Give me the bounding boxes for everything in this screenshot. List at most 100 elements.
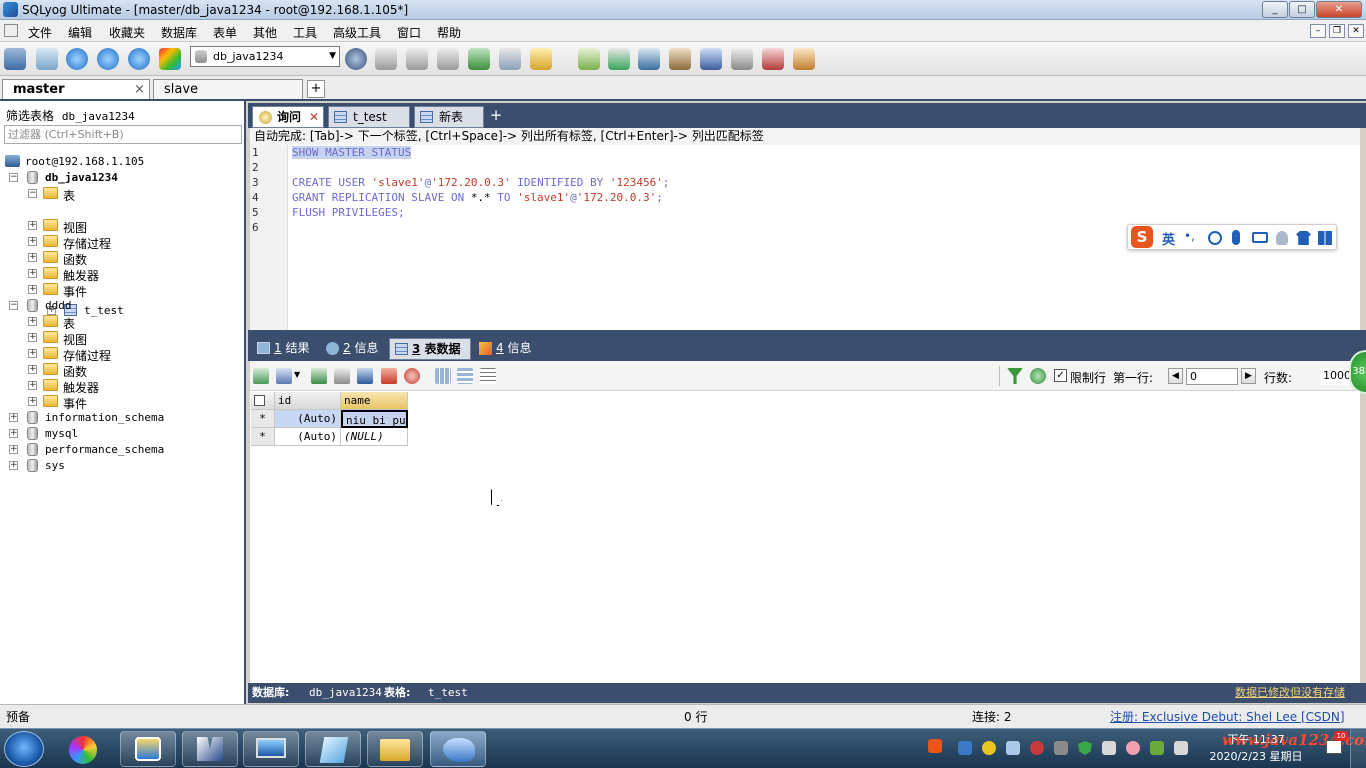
editor-results-splitter[interactable] (248, 330, 1366, 337)
tree-db-mysql[interactable]: mysql (45, 427, 78, 440)
tab-result-4[interactable]: 4 信息 (474, 338, 540, 360)
table-diagnostics-icon[interactable] (762, 48, 784, 70)
tree-folder-functions[interactable]: 函数 (63, 251, 87, 268)
database-add-icon[interactable] (375, 48, 397, 70)
tree-folder-procedures[interactable]: 存储过程 (63, 347, 111, 364)
tab-new-table[interactable]: 新表 (414, 106, 484, 128)
filter-icon[interactable] (1007, 368, 1023, 384)
taskbar-app-editor[interactable] (182, 731, 238, 767)
mdi-minimize-button[interactable]: – (1310, 24, 1326, 38)
tab-result-1[interactable]: 1 结果 (252, 338, 318, 360)
sogou-tray-icon[interactable] (928, 739, 942, 753)
user-manager-icon[interactable] (345, 48, 367, 70)
add-connection-button[interactable]: + (307, 80, 325, 98)
new-connection-icon[interactable] (4, 48, 26, 70)
user-icon[interactable] (1276, 231, 1288, 245)
tree-folder-triggers[interactable]: 触发器 (63, 267, 99, 284)
table-cell-name[interactable]: (NULL) (341, 428, 408, 446)
menu-favorites[interactable]: 收藏夹 (109, 24, 145, 41)
volume-tray-icon[interactable] (1174, 741, 1188, 755)
tree-db-db-java1234[interactable]: db_java1234 (45, 171, 118, 184)
tab-result-3[interactable]: 3 表数据 (389, 338, 471, 360)
import-icon[interactable] (276, 368, 292, 384)
collapse-icon[interactable]: − (28, 189, 37, 198)
grid-menu-icon[interactable] (1318, 231, 1332, 245)
shield-tray-icon[interactable] (1078, 741, 1092, 755)
chevron-down-icon[interactable]: ▼ (294, 370, 300, 379)
expand-icon[interactable]: + (9, 429, 18, 438)
row-marker[interactable]: * (251, 428, 275, 446)
sogou-logo-icon[interactable]: S (1131, 226, 1153, 248)
taskbar-app-picasa[interactable] (56, 731, 112, 767)
tree-folder-functions[interactable]: 函数 (63, 363, 87, 380)
form-view-icon[interactable] (457, 368, 473, 384)
menu-file[interactable]: 文件 (28, 24, 52, 41)
ime-mode-toggle[interactable]: 英 (1162, 229, 1175, 248)
expand-icon[interactable]: + (28, 237, 37, 246)
tree-table-t-test[interactable]: t_test (84, 304, 124, 317)
skin-icon[interactable] (1296, 231, 1311, 245)
restore-icon[interactable] (608, 48, 630, 70)
filter-input[interactable]: 过滤器 (Ctrl+Shift+B) (4, 125, 242, 144)
tree-folder-events[interactable]: 事件 (63, 395, 87, 412)
network-tray-icon[interactable] (1054, 741, 1068, 755)
column-header-id[interactable]: id (275, 392, 341, 410)
connect-icon[interactable] (36, 48, 58, 70)
taskbar-clock[interactable]: 下午 11:37 2020/2/23 星期日 (1196, 731, 1316, 767)
menu-advanced-tools[interactable]: 高级工具 (333, 24, 381, 41)
menu-window[interactable]: 窗口 (397, 24, 421, 41)
structure-icon[interactable] (793, 48, 815, 70)
ime-toolbar[interactable]: S 英 •, (1127, 224, 1337, 250)
tree-db-information-schema[interactable]: information_schema (45, 411, 164, 424)
menu-other[interactable]: 其他 (253, 24, 277, 41)
schema-designer-icon[interactable] (499, 48, 521, 70)
column-header-name[interactable]: name (341, 392, 408, 410)
menu-edit[interactable]: 编辑 (68, 24, 92, 41)
flower-tray-icon[interactable] (1126, 741, 1140, 755)
microphone-icon[interactable] (1232, 230, 1240, 245)
tree-folder-tables[interactable]: 表 (63, 187, 75, 204)
menu-help[interactable]: 帮助 (437, 24, 461, 41)
limit-rows-checkbox[interactable]: ✓ (1054, 369, 1067, 382)
add-query-tab-button[interactable]: + (488, 108, 504, 124)
taskbar-app-notes[interactable] (305, 731, 361, 767)
table-cell-id[interactable]: (Auto) (275, 410, 341, 428)
maximize-button[interactable]: □ (1289, 1, 1315, 18)
menu-tools[interactable]: 工具 (293, 24, 317, 41)
mdi-close-button[interactable]: ✕ (1348, 24, 1364, 38)
menu-table[interactable]: 表单 (213, 24, 237, 41)
job-agent-icon[interactable] (669, 48, 691, 70)
connection-tab-master[interactable]: master × (2, 79, 150, 99)
text-view-icon[interactable] (480, 368, 496, 384)
expand-icon[interactable]: + (28, 317, 37, 326)
import-icon[interactable] (468, 48, 490, 70)
table-cell-name[interactable]: niu bi pu (341, 410, 408, 428)
expand-icon[interactable]: + (28, 381, 37, 390)
ime-punct-toggle[interactable]: •, (1184, 229, 1195, 243)
save-icon[interactable] (357, 368, 373, 384)
tree-folder-views[interactable]: 视图 (63, 331, 87, 348)
expand-icon[interactable]: + (28, 285, 37, 294)
execute-query-icon[interactable] (66, 48, 88, 70)
cancel-icon[interactable] (404, 368, 420, 384)
status-registration[interactable]: 注册: Exclusive Debut: Shel Lee [CSDN] (1110, 705, 1345, 729)
connection-tab-slave[interactable]: slave (153, 79, 303, 99)
next-page-button[interactable]: ▶ (1241, 368, 1256, 384)
emoji-icon[interactable] (1208, 231, 1222, 245)
red-tray-icon[interactable] (1030, 741, 1044, 755)
monitor-icon[interactable] (731, 48, 753, 70)
chevron-down-icon[interactable]: ▼ (329, 47, 336, 66)
insert-row-icon[interactable] (311, 368, 327, 384)
tree-folder-procedures[interactable]: 存储过程 (63, 235, 111, 252)
collapse-icon[interactable]: − (9, 301, 18, 310)
expand-icon[interactable]: + (9, 445, 18, 454)
display-tray-icon[interactable] (1006, 741, 1020, 755)
execute-all-icon[interactable] (97, 48, 119, 70)
unsaved-changes-warning[interactable]: 数据已修改但没有存储 (1235, 683, 1345, 702)
tree-folder-views[interactable]: 视图 (63, 219, 87, 236)
tree-db-sys[interactable]: sys (45, 459, 65, 472)
prev-page-button[interactable]: ◀ (1168, 368, 1183, 384)
expand-icon[interactable]: + (28, 349, 37, 358)
tab-t-test[interactable]: t_test (328, 106, 410, 128)
start-button[interactable] (4, 731, 44, 767)
